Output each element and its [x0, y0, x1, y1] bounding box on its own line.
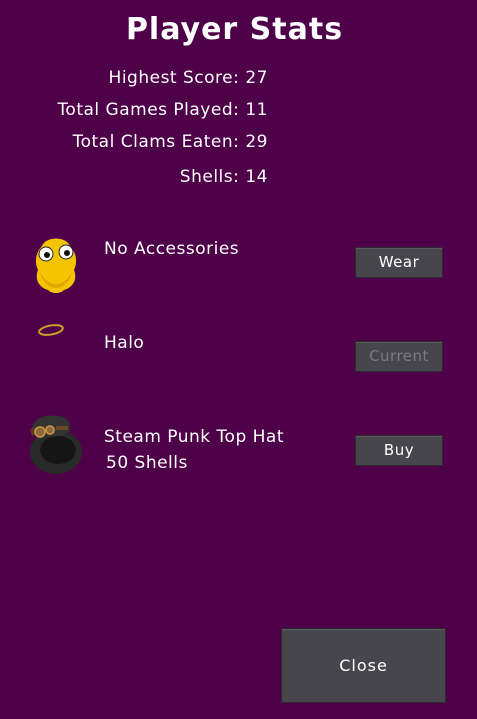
current-button[interactable]: Current [355, 341, 443, 372]
stat-total-clams-eaten: Total Clams Eaten: 29 [73, 132, 268, 152]
stat-value: 27 [245, 68, 268, 88]
stat-value: 14 [245, 167, 268, 187]
buy-button[interactable]: Buy [355, 435, 443, 466]
wear-button[interactable]: Wear [355, 247, 443, 278]
halo-icon [38, 324, 64, 336]
yellow-creature-icon [35, 238, 77, 293]
accessory-cost: 50 Shells [106, 453, 188, 473]
accessory-name: Halo [104, 333, 145, 353]
steampunk-top-hat-icon [30, 415, 82, 474]
stat-value: 11 [245, 100, 268, 120]
stat-label: Highest Score: [108, 68, 240, 88]
stat-highest-score: Highest Score: 27 [109, 68, 268, 88]
stat-label: Total Games Played: [57, 100, 240, 120]
page-title: Player Stats [125, 12, 344, 47]
stat-label: Total Clams Eaten: [72, 132, 240, 152]
stat-shells: Shells: 14 [180, 167, 268, 187]
accessory-name: Steam Punk Top Hat [104, 427, 285, 447]
stat-label: Shells: [179, 167, 240, 187]
accessory-name: No Accessories [104, 239, 240, 259]
close-button[interactable]: Close [281, 628, 446, 703]
stat-value: 29 [245, 132, 268, 152]
stat-total-games-played: Total Games Played: 11 [57, 100, 268, 120]
